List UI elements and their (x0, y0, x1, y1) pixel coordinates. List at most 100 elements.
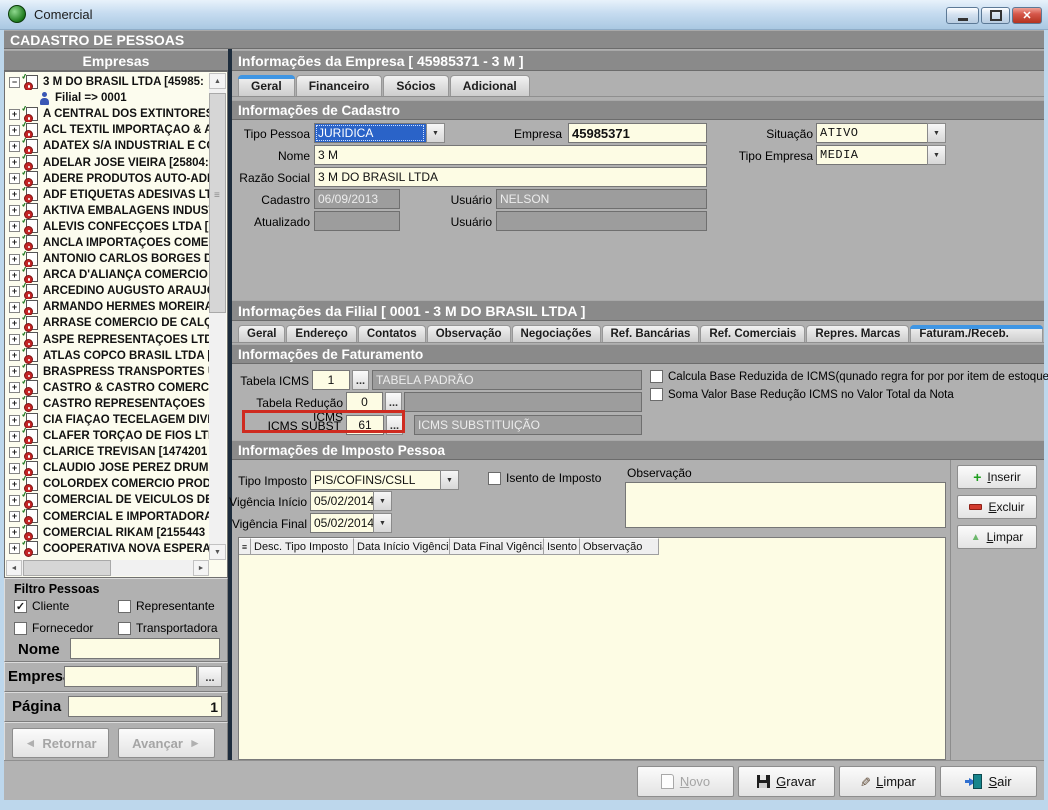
chevron-down-icon[interactable]: ▼ (927, 145, 946, 165)
tree-item[interactable]: +✓CLAFER TORÇÃO DE FIOS LTDA (6, 428, 209, 444)
scrollbar-thumb[interactable] (23, 560, 111, 576)
expand-icon[interactable]: + (9, 221, 20, 232)
calc-reduced-base-checkbox[interactable]: Calcula Base Reduzida de ICMS(qunado reg… (650, 370, 1048, 383)
tab-contatos[interactable]: Contatos (358, 325, 426, 342)
tax-type-select[interactable]: PIS/COFINS/CSLL ▼ (310, 470, 459, 490)
tree-item[interactable]: +✓ARCEDINO AUGUSTO ARAUJO (6, 283, 209, 299)
checkbox-icon[interactable] (118, 600, 131, 613)
tree-item[interactable]: +✓ARCA D'ALIANÇA COMÉRCIO E (6, 267, 209, 283)
tree-vertical-scrollbar[interactable]: ▲ ▼ (209, 73, 226, 560)
validity-end-datepicker[interactable]: 05/02/2014 ▼ (310, 513, 392, 533)
expand-icon[interactable]: + (9, 109, 20, 120)
scroll-down-icon[interactable]: ▼ (209, 544, 226, 560)
tree-item[interactable]: Filial => 0001 (6, 90, 209, 106)
filter-checkbox-cliente[interactable]: ✓Cliente (14, 599, 118, 613)
expand-icon[interactable]: + (9, 495, 20, 506)
tree-item[interactable]: +✓CLAUDIO JOSÉ PEREZ DRUMA (6, 460, 209, 476)
grid-column-observa-o[interactable]: Observação (580, 538, 659, 555)
tab-repres-marcas[interactable]: Repres. Marcas (806, 325, 909, 342)
tree-item[interactable]: +✓COOPERATIVA NOVA ESPERAN (6, 541, 209, 557)
grid-column-isento[interactable]: Isento (544, 538, 580, 555)
expand-icon[interactable]: + (9, 141, 20, 152)
tree-item[interactable]: +✓ANTÔNIO CARLOS BORGES DA (6, 251, 209, 267)
expand-icon[interactable]: + (9, 463, 20, 474)
scroll-up-icon[interactable]: ▲ (209, 73, 226, 89)
icms-table-input[interactable]: 1 (312, 370, 350, 390)
expand-icon[interactable]: + (9, 543, 20, 554)
icms-reduction-browse-button[interactable]: ... (385, 392, 402, 412)
tab-faturam-receb[interactable]: Faturam./Receb. (910, 325, 1043, 342)
checkbox-icon[interactable] (14, 622, 27, 635)
checkbox-icon[interactable] (488, 472, 501, 485)
company-filter-input[interactable] (64, 666, 197, 687)
expand-icon[interactable]: + (9, 366, 20, 377)
tab-endere-o[interactable]: Endereço (286, 325, 356, 342)
expand-icon[interactable]: + (9, 447, 20, 458)
tree-item[interactable]: +✓CASTRO & CASTRO COMÉRCIC (6, 380, 209, 396)
person-type-select[interactable]: JURIDICA ▼ (314, 123, 445, 143)
grid-menu-icon[interactable]: ≡ (239, 538, 251, 555)
company-browse-button[interactable]: ... (198, 666, 222, 687)
legal-name-input[interactable]: 3 M DO BRASIL LTDA (314, 167, 707, 187)
expand-icon[interactable]: + (9, 479, 20, 490)
page-filter-input[interactable]: 1 (68, 696, 222, 717)
scroll-right-icon[interactable]: ► (193, 560, 209, 576)
expand-icon[interactable]: + (9, 398, 20, 409)
minimize-button[interactable] (946, 7, 979, 24)
icms-subst-input[interactable]: 61 (346, 415, 384, 435)
checkbox-icon[interactable] (118, 622, 131, 635)
checkbox-icon[interactable] (650, 388, 663, 401)
maximize-button[interactable] (981, 7, 1010, 24)
status-select[interactable]: ATIVO ▼ (816, 123, 946, 143)
expand-icon[interactable]: + (9, 431, 20, 442)
tree-item[interactable]: −✓3 M DO BRASIL LTDA [45985: (6, 74, 209, 90)
collapse-icon[interactable]: − (9, 77, 20, 88)
tree-item[interactable]: +✓CASTRO REPRESENTAÇÕES LTI (6, 396, 209, 412)
tree-item[interactable]: +✓ALEVIS CONFECÇÕES LTDA [17 (6, 219, 209, 235)
tree-item[interactable]: +✓COMERCIAL E IMPORTADORA (6, 509, 209, 525)
expand-icon[interactable]: + (9, 511, 20, 522)
expand-icon[interactable]: + (9, 125, 20, 136)
tab-negocia-es[interactable]: Negociações (512, 325, 601, 342)
chevron-down-icon[interactable]: ▼ (373, 513, 392, 533)
tax-exempt-checkbox[interactable]: Isento de Imposto (488, 471, 601, 485)
insert-button[interactable]: + Inserir (957, 465, 1037, 489)
delete-button[interactable]: Excluir (957, 495, 1037, 519)
expand-icon[interactable]: + (9, 415, 20, 426)
company-size-select[interactable]: MEDIA ▼ (816, 145, 946, 165)
tab-adicional[interactable]: Adicional (450, 75, 530, 96)
company-tree-body[interactable]: −✓3 M DO BRASIL LTDA [45985:Filial => 00… (6, 74, 209, 560)
expand-icon[interactable]: + (9, 157, 20, 168)
tree-item[interactable]: +✓COLORDEX COMÉRCIO PRODU (6, 476, 209, 492)
icms-table-browse-button[interactable]: ... (352, 370, 369, 390)
tree-item[interactable]: +✓ARMANDO HERMES MOREIRA (6, 299, 209, 315)
tree-item[interactable]: +✓ADERE PRODUTOS AUTO-ADES (6, 171, 209, 187)
chevron-down-icon[interactable]: ▼ (426, 123, 445, 143)
tree-item[interactable]: +✓ADF ETIQUETAS ADESIVAS LTI (6, 187, 209, 203)
tree-item[interactable]: +✓A CENTRAL DOS EXTINTORES S (6, 106, 209, 122)
tree-item[interactable]: +✓ARRASE COMÉRCIO DE CALÇA (6, 315, 209, 331)
filter-checkbox-fornecedor[interactable]: Fornecedor (14, 621, 118, 635)
tab-s-cios[interactable]: Sócios (383, 75, 448, 96)
filter-checkbox-representante[interactable]: Representante (118, 599, 220, 613)
tab-ref-comerciais[interactable]: Ref. Comerciais (700, 325, 805, 342)
icms-subst-browse-button[interactable]: ... (386, 415, 403, 435)
name-input[interactable]: 3 M (314, 145, 707, 165)
tree-item[interactable]: +✓ATLAS COPCO BRASIL LTDA [ (6, 348, 209, 364)
tree-item[interactable]: +✓ADELAR JOSÉ VIEIRA [25804: (6, 154, 209, 170)
tree-item[interactable]: +✓BRASPRESS TRANSPORTES UR (6, 364, 209, 380)
expand-icon[interactable]: + (9, 270, 20, 281)
expand-icon[interactable]: + (9, 527, 20, 538)
title-bar[interactable]: Comercial ✕ (0, 0, 1048, 30)
tree-item[interactable]: +✓COMERCIAL DE VEÍCULOS DEL (6, 492, 209, 508)
scroll-left-icon[interactable]: ◄ (6, 560, 22, 576)
company-tree[interactable]: −✓3 M DO BRASIL LTDA [45985:Filial => 00… (4, 71, 228, 578)
save-button[interactable]: Gravar (738, 766, 835, 797)
chevron-down-icon[interactable]: ▼ (927, 123, 946, 143)
filter-checkbox-transportadora[interactable]: Transportadora (118, 621, 220, 635)
chevron-down-icon[interactable]: ▼ (440, 470, 459, 490)
tree-item[interactable]: +✓ACL TEXTIL IMPORTAÇÃO & A (6, 122, 209, 138)
exit-button[interactable]: Sair (940, 766, 1037, 797)
tree-item[interactable]: +✓ASPE REPRESENTAÇÕES LTDA (6, 332, 209, 348)
grid-column-data-in-cio-vig-ncia[interactable]: Data Início Vigência (354, 538, 450, 555)
